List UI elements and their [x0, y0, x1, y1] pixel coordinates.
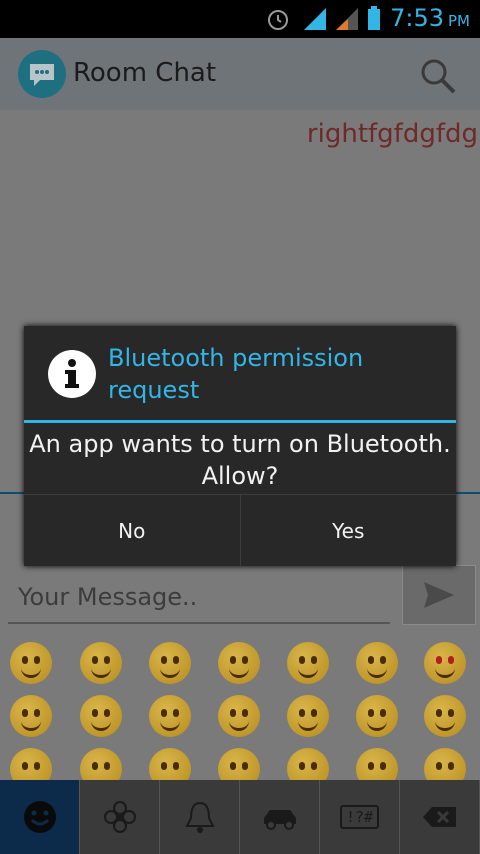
search-icon[interactable] — [418, 56, 458, 96]
status-time: 7:53 PM — [390, 4, 470, 32]
symbols-icon: !?# — [339, 805, 380, 829]
tab-places[interactable] — [240, 780, 320, 854]
car-icon — [263, 810, 296, 830]
tab-nature[interactable] — [80, 780, 160, 854]
send-icon — [424, 582, 454, 608]
emoji-blush[interactable] — [218, 642, 260, 684]
emoji-kissing-heart[interactable] — [10, 695, 52, 737]
app-logo[interactable] — [18, 50, 66, 98]
emoji-disappointed[interactable] — [356, 748, 398, 780]
emoji-grin[interactable] — [149, 642, 191, 684]
clock-ampm: PM — [448, 12, 470, 30]
emoji-stuck-out-tongue-closed-eyes[interactable] — [356, 695, 398, 737]
emoji-persevere[interactable] — [424, 748, 466, 780]
emoji-flushed[interactable] — [10, 748, 52, 780]
chat-bubble-icon — [30, 64, 54, 86]
dialog-message: An app wants to turn on Bluetooth. Allow… — [29, 430, 451, 490]
tab-smileys[interactable] — [0, 780, 80, 854]
flower-icon — [103, 801, 136, 833]
message-input-container — [8, 572, 390, 624]
smiley-icon — [23, 801, 56, 833]
emoji-kissing-closed-eyes[interactable] — [80, 695, 122, 737]
signal-icon-2 — [336, 8, 358, 30]
bluetooth-permission-dialog: Bluetooth permission request An app want… — [24, 326, 456, 567]
emoji-kissing[interactable] — [149, 695, 191, 737]
emoji-kissing-smiling-eyes[interactable] — [218, 695, 260, 737]
dialog-title: Bluetooth permission request — [108, 344, 364, 404]
info-icon-container — [48, 350, 96, 398]
bell-icon — [184, 801, 215, 833]
yes-button[interactable]: Yes — [239, 495, 457, 567]
dialog-buttons: No Yes — [24, 494, 456, 567]
emoji-heart-eyes[interactable] — [424, 642, 466, 684]
emoji-wink[interactable] — [356, 642, 398, 684]
emoji-stuck-out-tongue-winking[interactable] — [287, 695, 329, 737]
status-bar: 7:53 PM — [0, 0, 480, 38]
emoji-grid — [0, 636, 480, 780]
dialog-title-divider — [24, 420, 456, 423]
tab-symbols[interactable]: !?# — [320, 780, 400, 854]
emoji-unamused[interactable] — [287, 748, 329, 780]
emoji-tab-bar: !?# — [0, 780, 480, 854]
send-button[interactable] — [402, 565, 476, 625]
emoji-stuck-out-tongue[interactable] — [424, 695, 466, 737]
battery-icon — [368, 6, 380, 30]
app-bar: Room Chat — [0, 38, 480, 110]
alarm-icon — [268, 10, 288, 30]
chat-message: rightfgfdgfdg — [306, 119, 478, 149]
clock-time: 7:53 — [390, 4, 444, 32]
backspace-button[interactable] — [400, 780, 480, 854]
emoji-grin-squint[interactable] — [80, 748, 122, 780]
backspace-icon — [422, 807, 456, 827]
tab-objects[interactable] — [160, 780, 240, 854]
emoji-grinning[interactable] — [10, 642, 52, 684]
signal-icon — [304, 8, 326, 30]
emoji-relaxed[interactable] — [287, 642, 329, 684]
message-input[interactable] — [8, 572, 390, 622]
app-title: Room Chat — [73, 58, 217, 88]
emoji-relieved[interactable] — [218, 748, 260, 780]
emoji-smiley[interactable] — [80, 642, 122, 684]
info-icon — [65, 359, 79, 388]
no-button[interactable]: No — [24, 495, 240, 567]
emoji-pensive[interactable] — [149, 748, 191, 780]
